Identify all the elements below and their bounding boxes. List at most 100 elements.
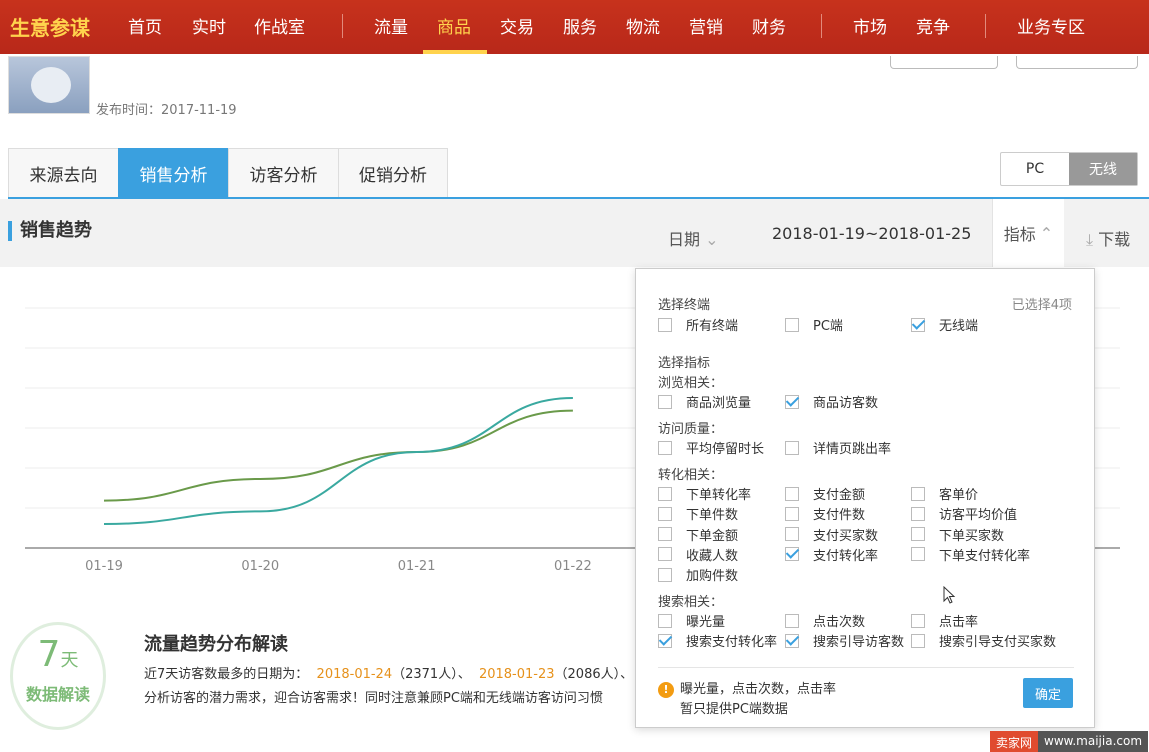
checkbox-conversion-12[interactable]: 加购件数 <box>658 565 738 584</box>
checkbox-browse-0[interactable]: 商品浏览量 <box>658 392 751 411</box>
date-dropdown[interactable]: 日期 ⌄ <box>668 226 719 250</box>
checkbox-conversion-1[interactable]: 支付金额 <box>785 484 865 503</box>
tab-promotion[interactable]: 促销分析 <box>338 148 448 198</box>
section-title: 销售趋势 <box>8 221 92 241</box>
brand-logo[interactable]: 生意参谋 <box>10 12 90 41</box>
readout-date-2: 2018-01-23 <box>478 667 555 682</box>
checkbox-terminal-0[interactable]: 所有终端 <box>658 315 738 334</box>
checkbox-icon[interactable] <box>658 506 672 521</box>
checkbox-icon[interactable] <box>785 317 799 332</box>
checkbox-icon[interactable] <box>658 613 672 628</box>
checkbox-icon[interactable] <box>785 547 799 562</box>
nav-product[interactable]: 商品 <box>437 13 471 38</box>
checkbox-search-3[interactable]: 搜索支付转化率 <box>658 631 777 650</box>
checkbox-conversion-11[interactable]: 下单支付转化率 <box>911 545 1030 564</box>
checkbox-icon[interactable] <box>658 317 672 332</box>
watermark-url: www.maijia.com <box>1038 731 1149 752</box>
checkbox-conversion-4[interactable]: 支付件数 <box>785 504 865 523</box>
download-icon: ⤓ <box>1086 230 1094 249</box>
checkbox-icon[interactable] <box>658 567 672 582</box>
nav-business-zone[interactable]: 业务专区 <box>1017 13 1085 38</box>
checkbox-quality-0[interactable]: 平均停留时长 <box>658 438 764 457</box>
checkbox-label: 下单金额 <box>686 528 739 544</box>
checkbox-conversion-2[interactable]: 客单价 <box>911 484 978 503</box>
checkbox-conversion-5[interactable]: 访客平均价值 <box>911 504 1017 523</box>
nav-home[interactable]: 首页 <box>128 13 162 38</box>
nav-realtime[interactable]: 实时 <box>192 13 226 38</box>
checkbox-search-1[interactable]: 点击次数 <box>785 611 865 630</box>
notice-line-1: 曝光量，点击次数，点击率 <box>680 682 837 697</box>
checkbox-icon[interactable] <box>658 547 672 562</box>
checkbox-icon[interactable] <box>785 394 799 409</box>
popup-notice: 曝光量，点击次数，点击率 暂只提供PC端数据 <box>680 680 836 720</box>
checkbox-icon[interactable] <box>911 527 925 542</box>
checkbox-conversion-0[interactable]: 下单转化率 <box>658 484 751 503</box>
checkbox-icon[interactable] <box>658 440 672 455</box>
checkbox-terminal-1[interactable]: PC端 <box>785 315 843 334</box>
checkbox-icon[interactable] <box>785 633 799 648</box>
checkbox-icon[interactable] <box>785 613 799 628</box>
nav-separator <box>821 14 822 38</box>
checkbox-conversion-8[interactable]: 下单买家数 <box>911 525 1004 544</box>
nav-traffic[interactable]: 流量 <box>374 13 408 38</box>
checkbox-icon[interactable] <box>911 613 925 628</box>
checkbox-icon[interactable] <box>911 486 925 501</box>
checkbox-search-0[interactable]: 曝光量 <box>658 611 725 630</box>
download-label: 下载 <box>1098 230 1131 249</box>
checkbox-search-2[interactable]: 点击率 <box>911 611 978 630</box>
checkbox-quality-1[interactable]: 详情页跳出率 <box>785 438 891 457</box>
checkbox-icon[interactable] <box>658 633 672 648</box>
checkbox-icon[interactable] <box>785 527 799 542</box>
checkbox-icon[interactable] <box>658 394 672 409</box>
checkbox-browse-1[interactable]: 商品访客数 <box>785 392 878 411</box>
top-action-button[interactable] <box>890 56 998 69</box>
device-toggle: PC 无线 <box>1000 152 1138 186</box>
checkbox-icon[interactable] <box>911 633 925 648</box>
badge-text: 数据解读 <box>25 685 90 704</box>
checkbox-label: 详情页跳出率 <box>813 442 892 457</box>
checkbox-icon[interactable] <box>785 506 799 521</box>
checkbox-label: 搜索引导访客数 <box>813 635 905 650</box>
nav-trade[interactable]: 交易 <box>500 13 534 38</box>
checkbox-label: 下单支付转化率 <box>939 548 1031 564</box>
product-thumbnail[interactable] <box>8 56 90 114</box>
tab-source[interactable]: 来源去向 <box>8 148 118 198</box>
nav-service[interactable]: 服务 <box>563 13 597 38</box>
download-button[interactable]: ⤓ 下载 <box>1086 226 1130 250</box>
checkbox-terminal-2[interactable]: 无线端 <box>911 315 978 334</box>
checkbox-icon[interactable] <box>785 486 799 501</box>
nav-logistics[interactable]: 物流 <box>626 13 660 38</box>
tab-visitors[interactable]: 访客分析 <box>228 148 338 198</box>
device-pc-button[interactable]: PC <box>1001 153 1069 185</box>
checkbox-icon[interactable] <box>911 547 925 562</box>
checkbox-icon[interactable] <box>911 317 925 332</box>
nav-competition[interactable]: 竞争 <box>916 13 950 38</box>
checkbox-icon[interactable] <box>911 506 925 521</box>
checkbox-conversion-10[interactable]: 支付转化率 <box>785 545 878 564</box>
checkbox-search-4[interactable]: 搜索引导访客数 <box>785 631 904 650</box>
nav-market[interactable]: 市场 <box>853 13 887 38</box>
checkbox-conversion-7[interactable]: 支付买家数 <box>785 525 878 544</box>
checkbox-search-5[interactable]: 搜索引导支付买家数 <box>911 631 1056 650</box>
device-wireless-button[interactable]: 无线 <box>1069 153 1137 185</box>
warning-icon: ! <box>658 682 674 698</box>
checkbox-icon[interactable] <box>658 486 672 501</box>
date-range[interactable]: 2018-01-19~2018-01-25 <box>772 224 971 243</box>
indicator-dropdown[interactable]: 指标 ⌃ <box>992 199 1064 267</box>
quality-title: 访问质量： <box>658 422 724 437</box>
checkbox-label: PC端 <box>813 319 843 334</box>
tab-sales[interactable]: 销售分析 <box>118 148 228 198</box>
nav-finance[interactable]: 财务 <box>752 13 786 38</box>
confirm-button[interactable]: 确定 <box>1023 678 1073 708</box>
section-header <box>0 199 1149 267</box>
checkbox-icon[interactable] <box>785 440 799 455</box>
series-line-2 <box>103 397 573 525</box>
checkbox-icon[interactable] <box>658 527 672 542</box>
checkbox-conversion-9[interactable]: 收藏人数 <box>658 545 738 564</box>
x-tick-labels: 01-19 01-20 01-21 01-22 <box>85 559 592 574</box>
top-action-button[interactable] <box>1016 56 1138 69</box>
checkbox-conversion-3[interactable]: 下单件数 <box>658 504 738 523</box>
nav-marketing[interactable]: 营销 <box>689 13 723 38</box>
nav-warroom[interactable]: 作战室 <box>254 13 305 38</box>
checkbox-conversion-6[interactable]: 下单金额 <box>658 525 738 544</box>
